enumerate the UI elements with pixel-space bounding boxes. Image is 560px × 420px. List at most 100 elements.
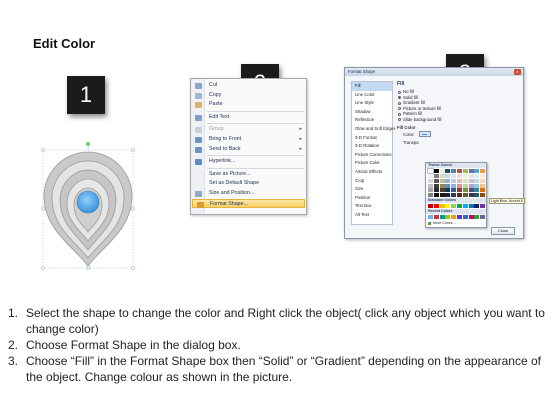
standard-color-swatch[interactable] [445,204,451,209]
category-shadow[interactable]: Shadow [352,108,392,117]
theme-shade-swatch[interactable] [445,193,451,198]
category-3d-rotation[interactable]: 3-D Rotation [352,142,392,151]
resize-handle-bottom[interactable] [86,265,91,270]
theme-shade-swatch[interactable] [480,193,486,198]
menu-item-save-as-picture[interactable]: Save as Picture... [191,170,306,180]
standard-color-swatch[interactable] [468,204,474,209]
category-position[interactable]: Position [352,194,392,203]
theme-shade-swatch[interactable] [462,174,468,178]
resize-handle-tr[interactable] [131,148,135,152]
menu-item-send-to-back[interactable]: Send to Back ▸ [191,145,306,155]
resize-handle-right[interactable] [130,206,135,211]
theme-shade-swatch[interactable] [468,188,474,193]
category-alt-text[interactable]: Alt Text [352,211,392,220]
theme-shade-swatch[interactable] [480,178,486,183]
category-crop[interactable]: Crop [352,177,392,186]
theme-shade-swatch[interactable] [428,188,433,193]
theme-shade-swatch[interactable] [456,183,462,188]
theme-shade-swatch[interactable] [451,193,457,198]
theme-shade-swatch[interactable] [468,178,474,183]
recent-color-swatch[interactable] [439,215,445,220]
theme-shade-swatch[interactable] [445,188,451,193]
more-colors-button[interactable]: More Colors... [426,220,486,226]
theme-shade-swatch[interactable] [428,178,433,183]
theme-color-swatch[interactable] [468,169,474,173]
theme-shade-swatch[interactable] [462,183,468,188]
theme-shade-swatch[interactable] [480,174,486,178]
recent-color-swatch[interactable] [468,215,474,220]
recent-color-swatch[interactable] [433,215,439,220]
close-button[interactable]: Close [491,227,515,235]
theme-shade-swatch[interactable] [439,193,445,198]
selected-teardrop-shape[interactable] [30,140,150,275]
category-picture-color[interactable]: Picture Color [352,159,392,168]
standard-color-swatch[interactable] [474,204,480,209]
theme-shade-swatch[interactable] [439,183,445,188]
theme-shade-swatch[interactable] [428,174,433,178]
theme-shade-swatch[interactable] [456,193,462,198]
menu-item-set-default-shape[interactable]: Set as Default Shape [191,179,306,189]
menu-item-cut[interactable]: Cut [191,81,306,91]
theme-shade-swatch[interactable] [456,174,462,178]
theme-color-swatch[interactable] [439,169,445,173]
category-artistic-effects[interactable]: Artistic Effects [352,168,392,177]
theme-shade-swatch[interactable] [433,183,439,188]
theme-shade-swatch[interactable] [428,193,433,198]
theme-shade-swatch[interactable] [468,193,474,198]
theme-shade-swatch[interactable] [433,193,439,198]
resize-handle-tl[interactable] [41,148,45,152]
category-3d-format[interactable]: 3-D Format [352,134,392,143]
theme-shade-swatch[interactable] [474,178,480,183]
theme-color-swatch[interactable] [427,168,434,174]
standard-color-swatch[interactable] [456,204,462,209]
category-reflection[interactable]: Reflection [352,116,392,125]
theme-shade-swatch[interactable] [445,183,451,188]
theme-shade-swatch[interactable] [480,188,486,193]
theme-color-swatch[interactable] [433,169,439,173]
category-text-box[interactable]: Text Box [352,202,392,211]
category-line-color[interactable]: Line Color [352,91,392,100]
menu-item-copy[interactable]: Copy [191,91,306,101]
theme-shade-swatch[interactable] [433,174,439,178]
theme-shade-swatch[interactable] [456,188,462,193]
standard-color-swatch[interactable] [462,204,468,209]
theme-shade-swatch[interactable] [451,188,457,193]
category-size[interactable]: Size [352,185,392,194]
theme-shade-swatch[interactable] [451,174,457,178]
theme-shade-swatch[interactable] [428,183,433,188]
theme-shade-swatch[interactable] [445,178,451,183]
recent-color-swatch[interactable] [456,215,462,220]
theme-color-swatch[interactable] [445,169,451,173]
recent-color-swatch[interactable] [480,215,486,220]
category-fill[interactable]: Fill [352,82,392,91]
theme-shade-swatch[interactable] [468,174,474,178]
standard-color-swatch[interactable] [433,204,439,209]
menu-item-bring-to-front[interactable]: Bring to Front ▸ [191,135,306,145]
standard-color-swatch[interactable] [439,204,445,209]
menu-item-hyperlink[interactable]: Hyperlink... [191,157,306,167]
theme-shade-swatch[interactable] [451,178,457,183]
theme-shade-swatch[interactable] [433,188,439,193]
recent-color-swatch[interactable] [474,215,480,220]
standard-color-swatch[interactable] [451,204,457,209]
theme-shade-swatch[interactable] [439,174,445,178]
theme-color-swatch[interactable] [474,169,480,173]
theme-shade-swatch[interactable] [462,193,468,198]
radio-slide-background-fill[interactable]: Slide background fill [397,117,517,123]
menu-item-format-shape[interactable]: Format Shape... [192,198,305,209]
theme-shade-swatch[interactable] [474,188,480,193]
menu-item-size-position[interactable]: Size and Position... [191,189,306,199]
recent-color-swatch[interactable] [445,215,451,220]
close-icon[interactable]: x [514,69,521,75]
fill-color-dropdown[interactable] [419,130,431,137]
rotation-handle[interactable] [86,142,90,146]
recent-color-swatch[interactable] [462,215,468,220]
menu-item-paste[interactable]: Paste [191,100,306,110]
theme-shade-swatch[interactable] [439,188,445,193]
theme-shade-swatch[interactable] [439,178,445,183]
resize-handle-br[interactable] [131,266,135,270]
theme-shade-swatch[interactable] [474,193,480,198]
standard-color-swatch[interactable] [428,204,433,209]
theme-color-swatch[interactable] [456,169,462,173]
category-picture-corrections[interactable]: Picture Corrections [352,151,392,160]
